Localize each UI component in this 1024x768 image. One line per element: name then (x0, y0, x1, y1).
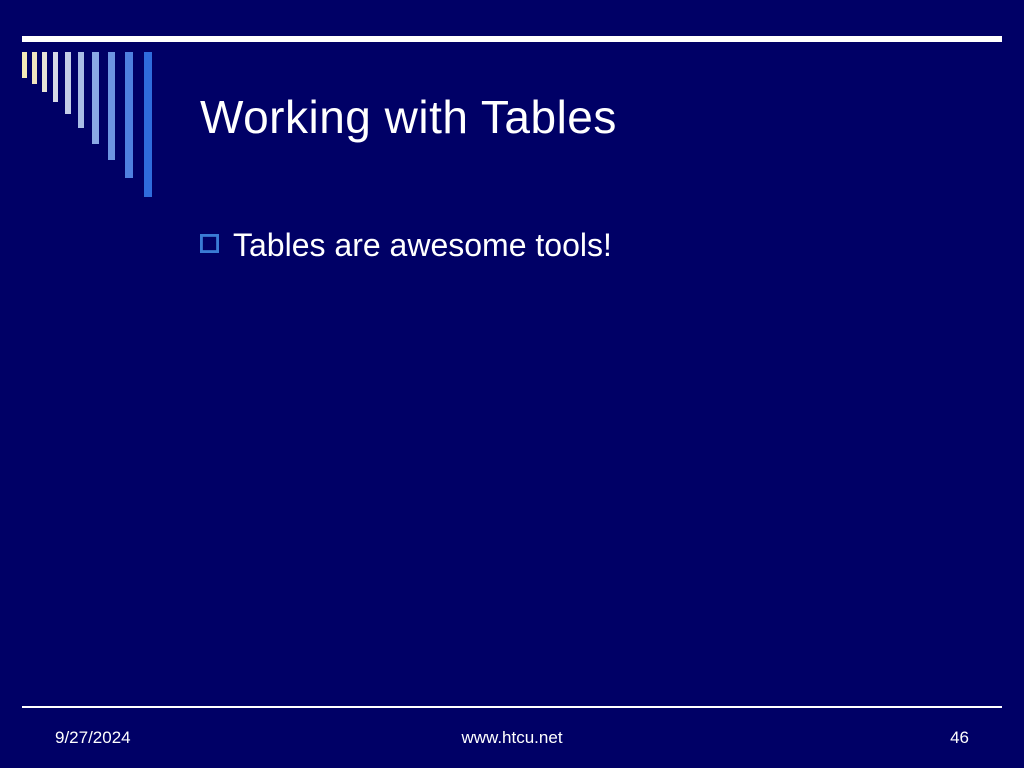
decorative-bar (78, 52, 84, 128)
decorative-bar (65, 52, 71, 114)
slide-title: Working with Tables (200, 90, 617, 144)
decorative-bar (108, 52, 115, 160)
bullet-text: Tables are awesome tools! (233, 225, 612, 265)
decorative-bar (53, 52, 58, 102)
decorative-bar (144, 52, 152, 197)
decorative-bar (92, 52, 99, 144)
footer-page-number: 46 (950, 728, 969, 748)
decorative-bars (22, 52, 172, 202)
decorative-bar (32, 52, 37, 84)
bullet-item: Tables are awesome tools! (200, 225, 964, 265)
top-horizontal-rule (22, 36, 1002, 42)
slide-body: Tables are awesome tools! (200, 225, 964, 265)
footer-center: www.htcu.net (0, 728, 1024, 748)
slide-footer: 9/27/2024 www.htcu.net 46 (0, 718, 1024, 748)
square-bullet-icon (200, 234, 219, 258)
decorative-bar (22, 52, 27, 78)
bottom-horizontal-rule (22, 706, 1002, 708)
decorative-bar (42, 52, 47, 92)
decorative-bar (125, 52, 133, 178)
